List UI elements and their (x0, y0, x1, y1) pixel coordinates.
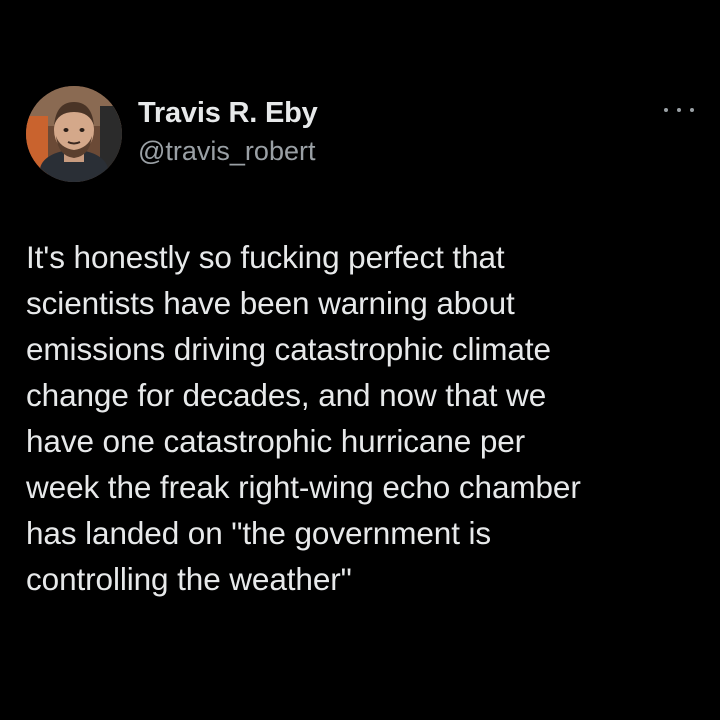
more-options-button[interactable] (664, 100, 694, 120)
tweet-text: It's honestly so fucking perfect that sc… (26, 239, 581, 597)
more-horizontal-icon (677, 108, 681, 112)
avatar[interactable] (26, 86, 122, 182)
author-handle[interactable]: @travis_robert (138, 134, 318, 168)
author-names: Travis R. Eby @travis_robert (138, 96, 318, 168)
avatar-photo-icon (26, 86, 122, 182)
tweet-card: Travis R. Eby @travis_robert It's honest… (0, 0, 720, 720)
tweet-header: Travis R. Eby @travis_robert (26, 86, 694, 182)
more-horizontal-icon (690, 108, 694, 112)
more-horizontal-icon (664, 108, 668, 112)
author-display-name[interactable]: Travis R. Eby (138, 96, 318, 130)
